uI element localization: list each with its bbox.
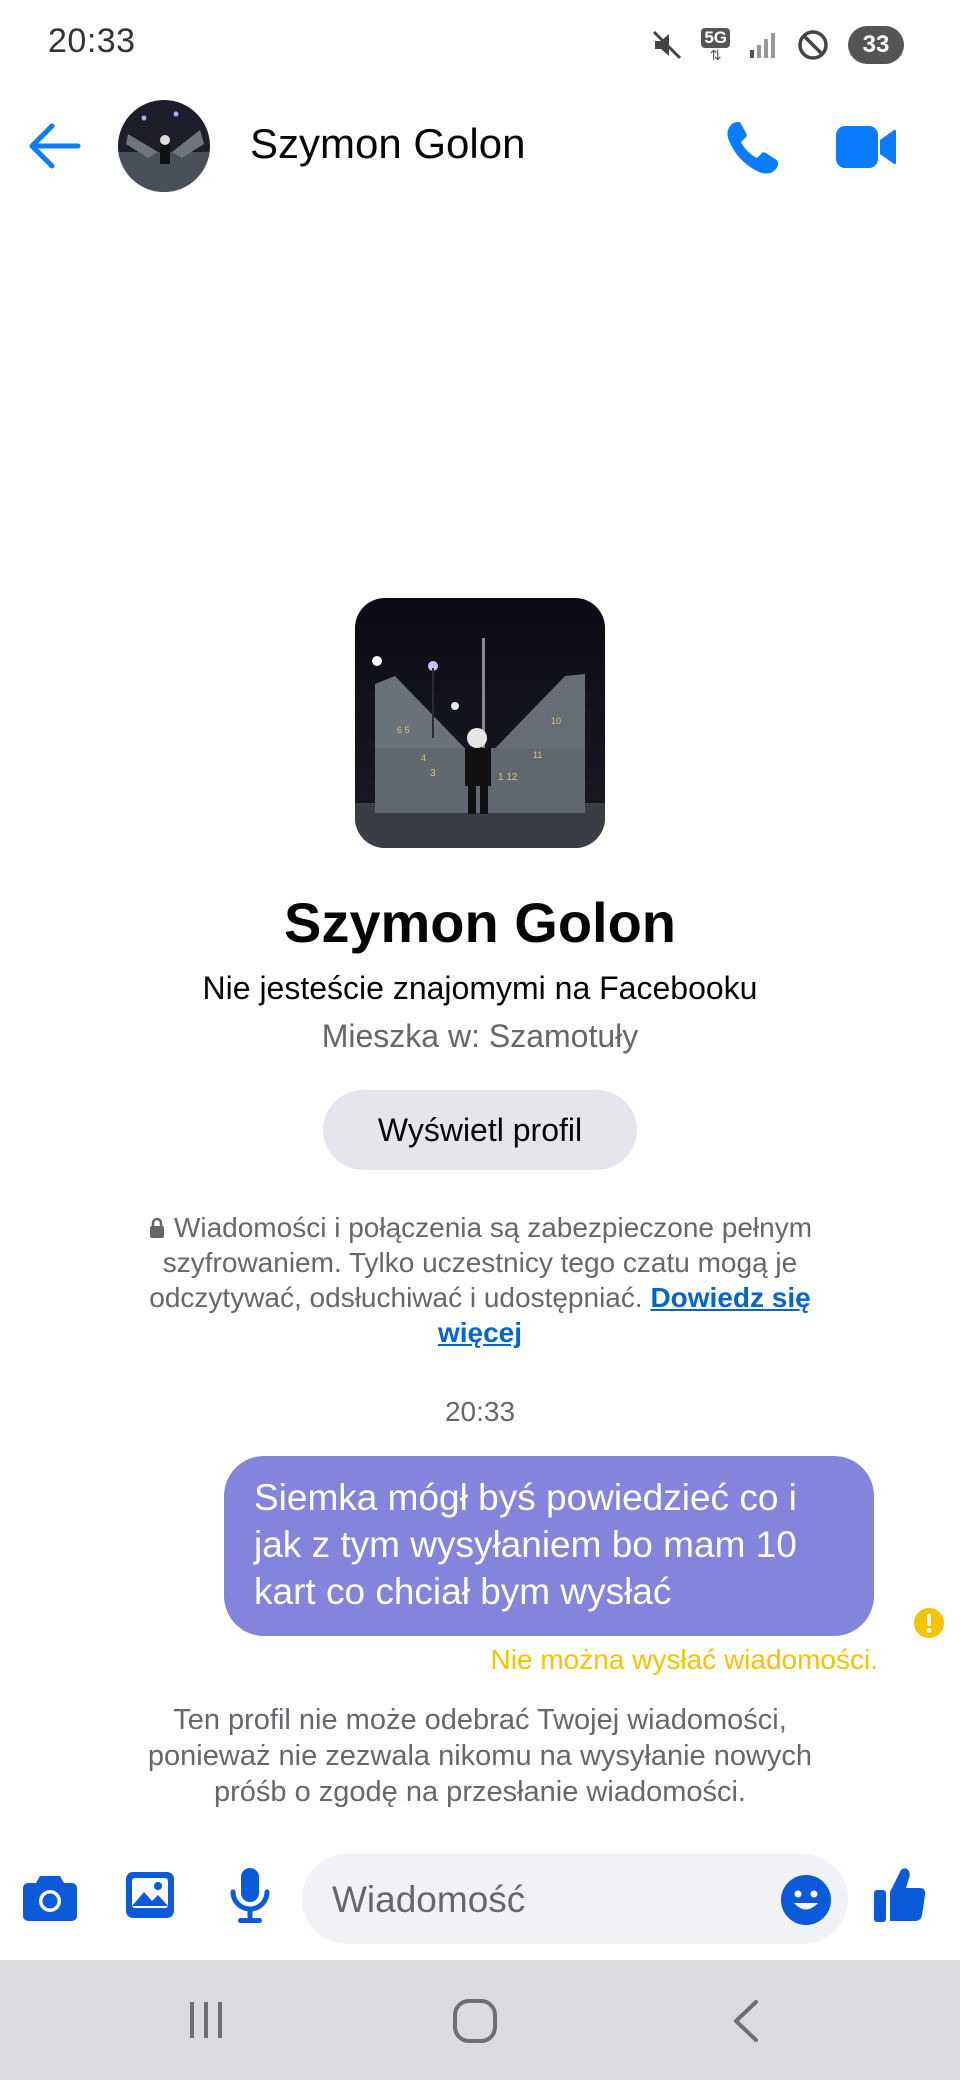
sent-message-bubble[interactable]: Siemka mógł byś powiedzieć co i jak z ty… [224, 1456, 874, 1636]
home-icon[interactable] [452, 1998, 498, 2044]
emoji-icon[interactable] [780, 1874, 832, 1926]
send-error-text: Nie można wysłać wiadomości. [490, 1644, 878, 1675]
message-composer [0, 1852, 960, 1948]
warning-icon [914, 1608, 944, 1638]
message-timestamp: 20:33 [444, 1396, 516, 1427]
svg-text:6 5: 6 5 [397, 725, 410, 735]
recents-icon[interactable] [184, 1998, 228, 2042]
mute-icon [653, 30, 682, 60]
camera-icon[interactable] [22, 1872, 78, 1922]
encryption-notice: Wiadomości i połączenia są zabezpieczone… [130, 1210, 830, 1350]
back-arrow-icon[interactable] [24, 118, 84, 174]
status-bar: 20:33 5G ⇅ 33 [0, 0, 960, 90]
header-contact-name[interactable]: Szymon Golon [250, 120, 525, 168]
contact-avatar[interactable] [118, 100, 210, 192]
relationship-status: Nie jesteście znajomymi na Facebooku [202, 970, 758, 1006]
chat-header: Szymon Golon [0, 90, 960, 202]
svg-text:10: 10 [551, 716, 561, 726]
battery-icon: 33 [848, 26, 904, 64]
5g-icon: 5G ⇅ [701, 28, 730, 62]
data-arrows-icon: ⇅ [709, 47, 722, 63]
back-icon[interactable] [728, 1998, 762, 2044]
profile-photo[interactable]: 6 5 4 3 1 12 11 10 [355, 598, 605, 848]
message-input-wrapper [302, 1854, 848, 1946]
signal-icon [750, 33, 775, 58]
svg-text:1 12: 1 12 [498, 772, 518, 783]
gallery-icon[interactable] [124, 1870, 176, 1920]
message-input[interactable] [330, 1854, 754, 1946]
video-camera-icon[interactable] [834, 122, 898, 172]
svg-text:3: 3 [430, 768, 436, 779]
do-not-disturb-icon [798, 30, 828, 60]
network-label: 5G [701, 28, 730, 48]
profile-location: Mieszka w: Szamotuły [321, 1018, 639, 1054]
status-time: 20:33 [48, 22, 136, 60]
lock-icon [149, 1217, 164, 1238]
status-icons: 5G ⇅ 33 [651, 24, 904, 66]
svg-text:4: 4 [421, 753, 426, 763]
blocked-notice: Ten profil nie może odebrać Twojej wiado… [147, 1704, 813, 1808]
system-navigation-bar [0, 1960, 960, 2080]
svg-text:11: 11 [533, 750, 542, 760]
profile-name: Szymon Golon [284, 891, 676, 954]
messenger-chat-screen: 20:33 5G ⇅ 33 Szymon Golon 6 5 4 3 1 12 … [0, 0, 960, 2080]
phone-icon[interactable] [722, 118, 782, 178]
microphone-icon[interactable] [228, 1866, 272, 1926]
thumbs-up-icon[interactable] [872, 1866, 928, 1924]
view-profile-button[interactable]: Wyświetl profil [323, 1090, 637, 1170]
